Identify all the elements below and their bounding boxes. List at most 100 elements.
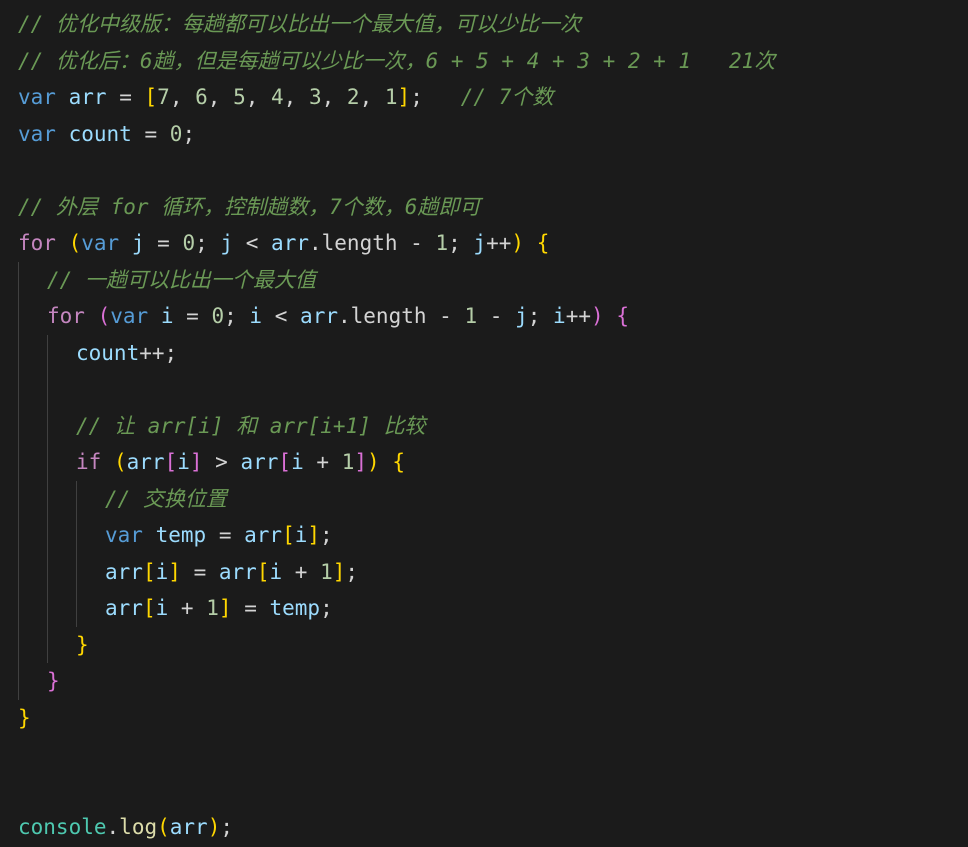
token-plain: ; <box>182 121 196 146</box>
code-line[interactable]: // 一趟可以比出一个最大值 <box>0 262 968 299</box>
code-line[interactable]: count++; <box>0 335 968 372</box>
token-var: arr <box>105 596 143 620</box>
code-line[interactable]: var arr = [7, 6, 5, 4, 3, 2, 1]; // 7个数 <box>0 79 968 116</box>
token-bracket1: ( <box>157 815 170 839</box>
token-bracket2: [ <box>164 450 178 474</box>
token-op: < <box>245 231 259 255</box>
code-line[interactable]: for (var j = 0; j < arr.length - 1; j++)… <box>0 225 968 262</box>
token-op: + <box>316 450 330 474</box>
code-line[interactable]: // 外层 for 循环，控制趟数，7个数，6趟即可 <box>0 189 968 226</box>
code-editor[interactable]: // 优化中级版：每趟都可以比出一个最大值，可以少比一次 // 优化后：6趟，但是… <box>0 0 968 847</box>
code-line[interactable]: arr[i] = arr[i + 1]; <box>0 554 968 591</box>
token-var: i <box>269 559 283 584</box>
token-bracket2: ] <box>354 450 368 474</box>
token-var: j <box>220 231 234 255</box>
token-var: i <box>294 523 308 547</box>
token-op: = <box>218 523 232 547</box>
token-num: 4 <box>271 85 284 109</box>
token-bracket1: ) <box>207 815 221 839</box>
token-op: = <box>186 304 199 328</box>
code-line[interactable]: // 让 arr[i] 和 arr[i+1] 比较 <box>0 408 968 445</box>
code-line[interactable]: // 交换位置 <box>0 481 968 518</box>
token-comment: // 交换位置 <box>105 486 227 511</box>
token-num: 7 <box>157 85 170 109</box>
token-num: 1 <box>341 450 355 474</box>
code-line[interactable]: arr[i + 1] = temp; <box>0 590 968 627</box>
token-plain: ++; <box>139 340 178 365</box>
token-plain: ; <box>220 815 234 839</box>
token-plain: . <box>337 304 351 328</box>
token-var: i <box>155 596 169 620</box>
code-line[interactable]: console.log(arr); <box>0 809 968 846</box>
code-line[interactable]: // 优化后：6趟，但是每趟可以少比一次，6 + 5 + 4 + 3 + 2 +… <box>0 43 968 80</box>
token-op: = <box>244 596 257 620</box>
token-bracket2: } <box>47 669 60 693</box>
token-num: 0 <box>169 121 183 146</box>
code-line[interactable]: } <box>0 700 968 737</box>
token-bracket1: [ <box>142 596 156 620</box>
code-line[interactable] <box>0 773 968 810</box>
token-bracket1: ] <box>397 85 411 109</box>
token-plain: ; <box>320 596 333 620</box>
token-plain: ; <box>195 231 221 255</box>
code-line[interactable]: if (arr[i] > arr[i + 1]) { <box>0 444 968 481</box>
token-plain: . <box>308 231 322 255</box>
token-plain: ; <box>448 231 474 255</box>
code-line[interactable]: for (var i = 0; i < arr.length - 1 - j; … <box>0 298 968 335</box>
token-plain: ; <box>410 85 461 109</box>
token-control: for <box>47 304 85 328</box>
token-plain: ; <box>527 304 554 328</box>
code-line[interactable]: var count = 0; <box>0 116 968 153</box>
code-line[interactable]: // 优化中级版：每趟都可以比出一个最大值，可以少比一次 <box>0 6 968 43</box>
token-keyword: var <box>18 121 56 146</box>
token-bracket1: ] <box>307 523 321 547</box>
token-keyword: var <box>81 231 120 255</box>
code-line[interactable]: } <box>0 627 968 664</box>
token-plain: ++ <box>565 304 591 328</box>
token-var: temp <box>269 596 321 620</box>
code-line[interactable] <box>0 371 968 408</box>
token-var: i <box>155 559 169 584</box>
token-num: 1 <box>384 85 398 109</box>
code-line[interactable] <box>0 152 968 189</box>
token-op: - <box>410 231 423 255</box>
token-comment: // 优化中级版：每趟都可以比出一个最大值，可以少比一次 <box>18 12 581 36</box>
token-bracket1: } <box>76 632 89 657</box>
code-line[interactable] <box>0 736 968 773</box>
token-comment: // 优化后：6趟，但是每趟可以少比一次，6 + 5 + 4 + 3 + 2 +… <box>18 48 776 73</box>
token-comment: // 7个数 <box>460 85 554 109</box>
token-bracket1: ] <box>168 559 181 584</box>
token-var: arr <box>126 450 165 474</box>
code-line[interactable]: var temp = arr[i]; <box>0 517 968 554</box>
token-bracket1: ( <box>68 231 82 255</box>
token-keyword: var <box>110 304 149 328</box>
token-num: 1 <box>320 559 333 584</box>
token-var: i <box>553 304 566 328</box>
token-comment: // 一趟可以比出一个最大值 <box>47 267 316 292</box>
code-content[interactable]: // 优化中级版：每趟都可以比出一个最大值，可以少比一次 // 优化后：6趟，但是… <box>0 6 968 847</box>
code-line[interactable]: } <box>0 663 968 700</box>
token-op: + <box>294 559 308 584</box>
token-plain: , <box>321 85 347 109</box>
token-bracket1: ) <box>367 450 380 474</box>
token-op: - <box>439 304 452 328</box>
token-plain: , <box>283 85 309 109</box>
